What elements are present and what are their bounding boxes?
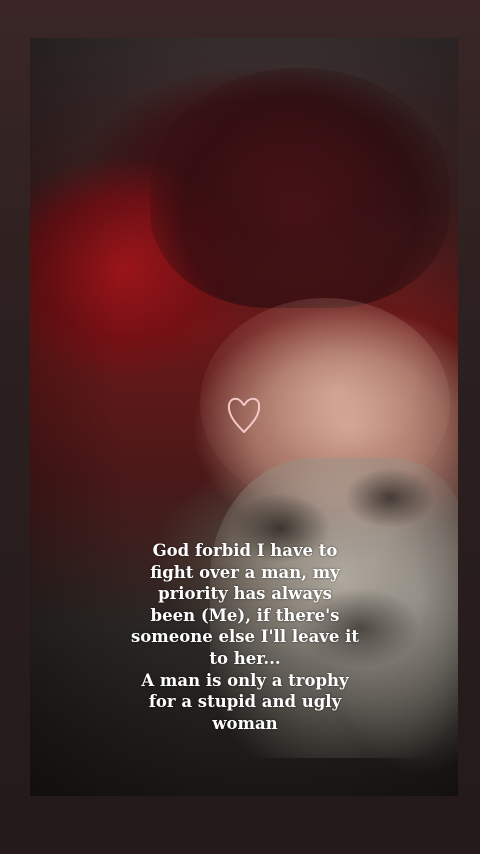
- caption-line: for a stupid and ugly: [148, 692, 342, 712]
- caption-line: fight over a man, my: [150, 562, 340, 582]
- caption-line: priority has always: [158, 584, 332, 604]
- caption-line: woman: [212, 713, 278, 733]
- story-caption: God forbid I have to fight over a man, m…: [100, 540, 390, 734]
- caption-line: A man is only a trophy: [141, 670, 349, 690]
- caption-line: God forbid I have to: [152, 541, 338, 560]
- heart-icon: [227, 397, 261, 433]
- caption-line: someone else I'll leave it: [130, 627, 360, 647]
- caption-line: to her...: [209, 648, 281, 668]
- caption-line: been (Me), if there's: [150, 605, 340, 625]
